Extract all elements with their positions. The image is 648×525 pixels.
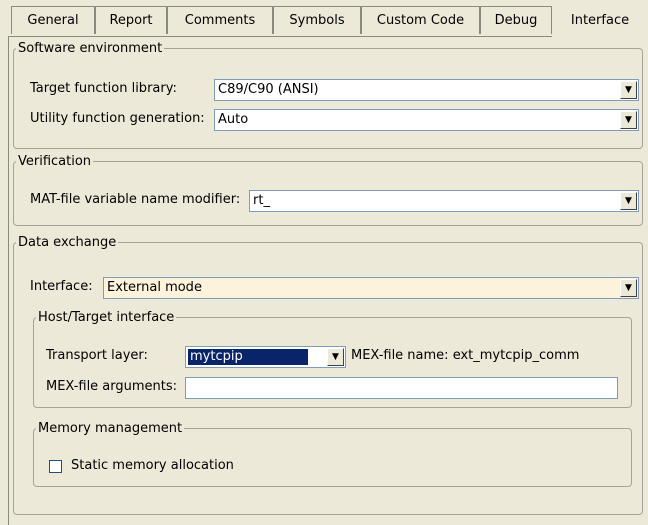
transport-layer-label: Transport layer: xyxy=(46,348,148,363)
transport-layer-value: mytcpip xyxy=(188,349,308,365)
memory-management-group: Memory management xyxy=(33,421,632,487)
dropdown-arrow-icon[interactable]: ▼ xyxy=(620,81,637,99)
utility-function-generation-label: Utility function generation: xyxy=(30,111,205,126)
tab-report[interactable]: Report xyxy=(95,6,167,34)
mex-file-arguments-input[interactable] xyxy=(185,377,618,399)
tab-interface[interactable]: Interface xyxy=(552,2,648,38)
static-memory-allocation-checkbox[interactable] xyxy=(49,460,62,473)
transport-layer-dropdown[interactable]: mytcpip ▼ xyxy=(185,346,346,368)
tab-general[interactable]: General xyxy=(11,6,95,34)
interface-value: External mode xyxy=(107,280,202,295)
mex-file-name-caption: MEX-file name: xyxy=(351,348,449,363)
mex-file-name-value: ext_mytcpip_comm xyxy=(452,348,580,363)
mat-file-modifier-value: rt_ xyxy=(253,193,270,208)
interface-panel: Software environment Target function lib… xyxy=(8,36,648,525)
tab-symbols[interactable]: Symbols xyxy=(273,6,361,34)
utility-function-generation-dropdown[interactable]: Auto ▼ xyxy=(214,109,639,131)
host-target-interface-title: Host/Target interface xyxy=(38,310,175,325)
interface-dropdown[interactable]: External mode ▼ xyxy=(103,277,639,299)
interface-label: Interface: xyxy=(30,279,93,294)
tab-custom-code[interactable]: Custom Code xyxy=(361,6,480,34)
tab-debug[interactable]: Debug xyxy=(480,6,552,34)
target-function-library-label: Target function library: xyxy=(30,81,177,96)
dropdown-arrow-icon[interactable]: ▼ xyxy=(620,279,637,297)
verification-title: Verification xyxy=(18,154,92,169)
memory-management-title: Memory management xyxy=(38,421,183,436)
mex-file-arguments-label: MEX-file arguments: xyxy=(46,379,178,394)
mat-file-modifier-label: MAT-file variable name modifier: xyxy=(30,192,241,207)
utility-function-generation-value: Auto xyxy=(218,112,249,127)
dropdown-arrow-icon[interactable]: ▼ xyxy=(620,192,637,210)
static-memory-allocation-label[interactable]: Static memory allocation xyxy=(71,458,234,473)
mat-file-modifier-dropdown[interactable]: rt_ ▼ xyxy=(249,190,639,212)
dropdown-arrow-icon[interactable]: ▼ xyxy=(620,111,637,129)
dropdown-arrow-icon[interactable]: ▼ xyxy=(327,348,344,366)
tab-strip: General Report Comments Symbols Custom C… xyxy=(0,0,648,38)
target-function-library-dropdown[interactable]: C89/C90 (ANSI) ▼ xyxy=(214,79,639,101)
data-exchange-title: Data exchange xyxy=(18,235,117,250)
mex-file-name-label: MEX-file name: ext_mytcpip_comm xyxy=(351,348,579,363)
tab-comments[interactable]: Comments xyxy=(167,6,273,34)
target-function-library-value: C89/C90 (ANSI) xyxy=(218,82,319,97)
software-environment-title: Software environment xyxy=(18,41,163,56)
